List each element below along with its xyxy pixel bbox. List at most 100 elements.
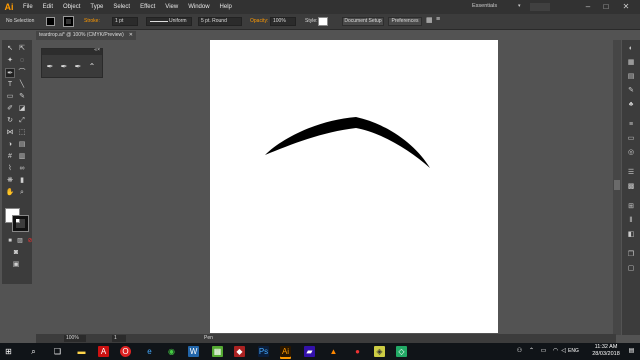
panel-menu-icon[interactable]: ≡ <box>436 16 440 23</box>
chevron-down-icon[interactable]: ▾ <box>518 3 521 9</box>
line-tool-icon[interactable]: ╲ <box>17 80 27 90</box>
symbols-panel-icon[interactable]: ♣ <box>626 100 636 110</box>
style-swatch[interactable] <box>318 17 328 26</box>
menu-object[interactable]: Object <box>58 4 85 10</box>
search-input[interactable] <box>530 3 550 11</box>
panel-header[interactable]: «× <box>42 47 102 55</box>
anchor-point-tool-icon[interactable]: ⌃ <box>86 61 98 73</box>
document-tab[interactable]: teardrop.ai* @ 100% (CMYK/Preview) ✕ <box>36 31 136 40</box>
draw-mode-icon[interactable]: ◙ <box>11 248 21 258</box>
eraser-tool-icon[interactable]: ◪ <box>17 104 27 114</box>
fill-color-swatch[interactable] <box>46 17 55 26</box>
hand-tool-icon[interactable]: ✋ <box>5 188 15 198</box>
variable-width-profile[interactable]: Uniform <box>146 17 192 26</box>
brush-definition[interactable]: 5 pt. Round <box>198 17 242 26</box>
acrobat-icon[interactable]: A <box>98 346 109 357</box>
gradient-tool-icon[interactable]: ▥ <box>17 152 27 162</box>
menu-edit[interactable]: Edit <box>38 4 58 10</box>
eyedropper-tool-icon[interactable]: ⌇ <box>5 164 15 174</box>
vertical-scrollbar[interactable] <box>613 40 621 335</box>
system-clock[interactable]: 11:32 AM 28/03/2018 <box>586 344 626 358</box>
scroll-thumb[interactable] <box>614 180 620 190</box>
shaper-tool-icon[interactable]: ✐ <box>5 104 15 114</box>
opera-icon[interactable]: O <box>120 346 131 357</box>
symbol-sprayer-tool-icon[interactable]: ❋ <box>5 176 15 186</box>
stroke-weight-field[interactable]: 1 pt <box>112 17 138 26</box>
task-view-icon[interactable]: ❑ <box>52 346 63 357</box>
color-guide-icon[interactable]: ▦ <box>626 58 636 68</box>
windows-start-icon[interactable]: ⊞ <box>3 346 14 357</box>
people-icon[interactable]: ⚇ <box>514 346 525 357</box>
menu-type[interactable]: Type <box>85 4 108 10</box>
type-tool-icon[interactable]: T <box>5 80 15 90</box>
workspace-switcher[interactable]: Essentials <box>472 3 538 11</box>
photoshop-icon[interactable]: Ps <box>258 346 269 357</box>
chrome-icon[interactable]: ◉ <box>166 346 177 357</box>
app-yellow-icon[interactable]: ◈ <box>374 346 385 357</box>
color-panel-icon[interactable]: ◐ <box>626 44 636 54</box>
magic-wand-tool-icon[interactable]: ✦ <box>5 56 15 66</box>
menu-file[interactable]: File <box>18 4 38 10</box>
menu-help[interactable]: Help <box>215 4 237 10</box>
opacity-field[interactable]: 100% <box>270 17 296 26</box>
screen-mode-icon[interactable]: ▣ <box>11 260 21 270</box>
mesh-tool-icon[interactable]: # <box>5 152 15 162</box>
arrange-documents-icon[interactable]: ▦ <box>426 16 433 24</box>
preferences-button[interactable]: Preferences <box>388 17 422 26</box>
pathfinder-panel-icon[interactable]: ◧ <box>626 230 636 240</box>
brushes-panel-icon[interactable]: ✎ <box>626 86 636 96</box>
maximize-button[interactable]: □ <box>600 2 612 12</box>
minecraft-icon[interactable]: ▦ <box>212 346 223 357</box>
artboard-navigator[interactable]: 1 <box>112 335 126 342</box>
pen-tool-icon[interactable]: ✒ <box>5 68 15 78</box>
shape-builder-tool-icon[interactable]: ◑ <box>5 140 15 150</box>
app-circle-icon[interactable]: ● <box>352 346 363 357</box>
search-icon[interactable]: ⌕ <box>28 346 39 357</box>
input-language[interactable]: ENG <box>568 348 579 354</box>
transform-panel-icon[interactable]: ⊞ <box>626 202 636 212</box>
zoom-field[interactable]: 100% <box>64 335 86 342</box>
stroke-label[interactable]: Stroke: <box>84 18 100 24</box>
curvature-tool-icon[interactable]: ⌒ <box>17 68 27 78</box>
blend-tool-icon[interactable]: ∞ <box>17 164 27 174</box>
artboards-panel-icon[interactable]: ▢ <box>626 264 636 274</box>
word-icon[interactable]: W <box>188 346 199 357</box>
menu-select[interactable]: Select <box>108 4 135 10</box>
swatches-panel-icon[interactable]: ▤ <box>626 72 636 82</box>
lasso-tool-icon[interactable]: ◌ <box>17 56 27 66</box>
selection-tool-icon[interactable]: ↖ <box>5 44 15 54</box>
stroke-panel-icon[interactable]: ≡ <box>626 120 636 130</box>
paintbrush-tool-icon[interactable]: ✎ <box>17 92 27 102</box>
stroke-color-swatch[interactable] <box>64 17 73 26</box>
free-transform-tool-icon[interactable]: ⬚ <box>17 128 27 138</box>
stroke-swatch[interactable] <box>13 216 28 231</box>
zoom-tool-icon[interactable]: ⌕ <box>17 188 27 198</box>
minimize-button[interactable]: – <box>582 2 594 12</box>
delete-anchor-point-tool-icon[interactable]: ✒ <box>72 61 84 73</box>
graph-tool-icon[interactable]: ▮ <box>17 176 27 186</box>
artboard[interactable] <box>210 40 498 333</box>
vlc-icon[interactable]: ▲ <box>328 346 339 357</box>
battery-icon[interactable]: ▭ <box>538 346 549 357</box>
graphic-styles-icon[interactable]: ▩ <box>626 182 636 192</box>
align-panel-icon[interactable]: ⫴ <box>626 216 636 226</box>
gradient-panel-icon[interactable]: ▭ <box>626 134 636 144</box>
rotate-tool-icon[interactable]: ↻ <box>5 116 15 126</box>
game-app-icon[interactable]: ◆ <box>234 346 245 357</box>
transparency-panel-icon[interactable]: ◎ <box>626 148 636 158</box>
menu-effect[interactable]: Effect <box>135 4 160 10</box>
color-mode-icon[interactable]: ■ <box>5 236 15 246</box>
file-explorer-icon[interactable]: ▬ <box>76 346 87 357</box>
menu-view[interactable]: View <box>160 4 183 10</box>
brow-shape[interactable] <box>265 117 430 168</box>
width-tool-icon[interactable]: ⋈ <box>5 128 15 138</box>
direct-selection-tool-icon[interactable]: ⇱ <box>17 44 27 54</box>
pen-tool-icon[interactable]: ✒ <box>44 61 56 73</box>
close-tab-icon[interactable]: ✕ <box>129 31 133 40</box>
premiere-icon[interactable]: ▰ <box>304 346 315 357</box>
layers-panel-icon[interactable]: ❐ <box>626 250 636 260</box>
app-green-icon[interactable]: ◇ <box>396 346 407 357</box>
opacity-label[interactable]: Opacity: <box>250 18 268 24</box>
close-button[interactable]: ✕ <box>620 2 632 12</box>
perspective-grid-tool-icon[interactable]: ▤ <box>17 140 27 150</box>
